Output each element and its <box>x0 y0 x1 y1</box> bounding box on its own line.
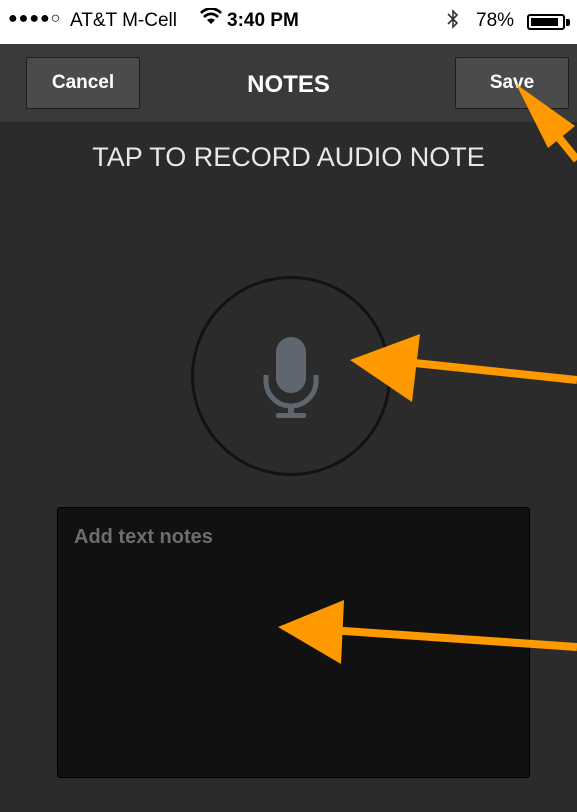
arrow-to-notes-icon <box>278 600 577 664</box>
arrow-to-mic-icon <box>350 334 577 402</box>
arrow-to-save-icon <box>516 84 577 163</box>
annotation-arrows <box>278 84 577 664</box>
